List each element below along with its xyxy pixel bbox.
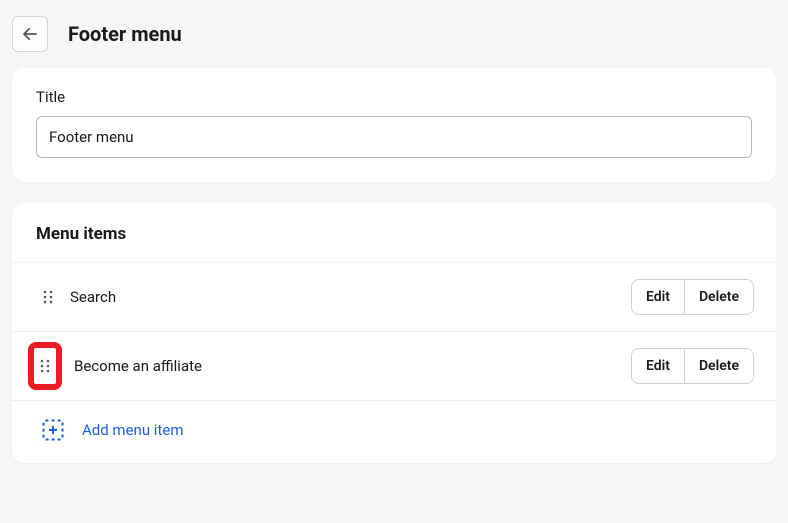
highlight-marker [28, 342, 62, 390]
page-title: Footer menu [68, 22, 182, 46]
drag-handle-icon[interactable] [39, 359, 51, 373]
title-card: Title [12, 68, 776, 182]
menu-row: Search Edit Delete [12, 263, 776, 331]
edit-button[interactable]: Edit [632, 349, 684, 383]
add-dashed-icon [42, 419, 64, 441]
title-input[interactable] [36, 116, 752, 158]
menu-item-label: Become an affiliate [74, 357, 615, 375]
menu-row: Become an affiliate Edit Delete [12, 332, 776, 400]
menu-items-card: Menu items Search Edit Delete [12, 202, 776, 463]
item-actions: Edit Delete [631, 348, 754, 384]
item-actions: Edit Delete [631, 279, 754, 315]
arrow-left-icon [21, 25, 39, 43]
add-menu-item-row[interactable]: Add menu item [12, 401, 776, 463]
edit-button[interactable]: Edit [632, 280, 684, 314]
page-header: Footer menu [0, 0, 788, 68]
title-field-label: Title [36, 88, 752, 106]
menu-item-label: Search [70, 288, 615, 306]
add-menu-item-label: Add menu item [82, 421, 183, 439]
back-button[interactable] [12, 16, 48, 52]
delete-button[interactable]: Delete [684, 349, 753, 383]
menu-items-heading: Menu items [12, 202, 776, 262]
drag-handle-icon[interactable] [42, 290, 54, 304]
delete-button[interactable]: Delete [684, 280, 753, 314]
